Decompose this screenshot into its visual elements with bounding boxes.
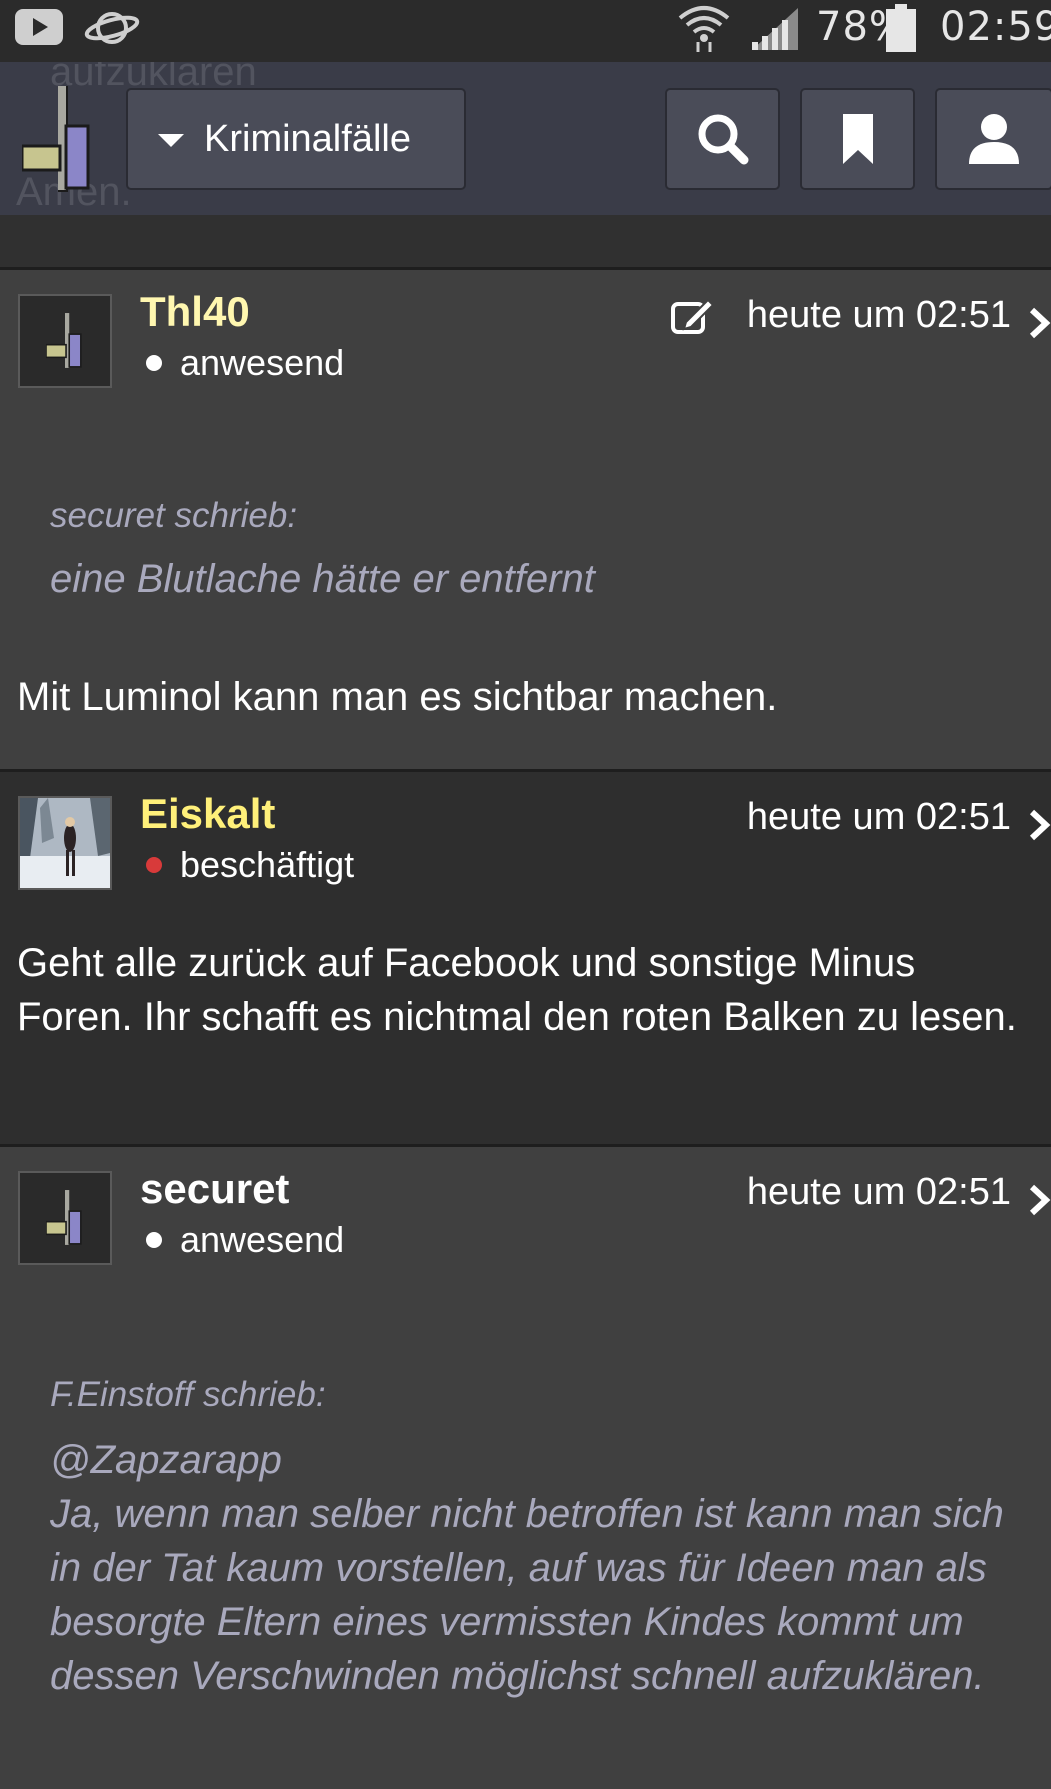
post-body: Mit Luminol kann man es sichtbar machen.: [17, 675, 778, 719]
avatar-photo: [20, 798, 110, 888]
user-status: anwesend: [146, 1219, 344, 1261]
quote-author[interactable]: F.Einstoff schrieb:: [50, 1375, 326, 1415]
planet-icon: [84, 12, 140, 44]
clock-time: 02:59: [940, 4, 1051, 50]
user-status: anwesend: [146, 342, 344, 384]
bookmark-button[interactable]: [800, 88, 915, 190]
chevron-right-icon[interactable]: [1028, 306, 1051, 340]
search-icon: [698, 114, 748, 165]
edit-icon[interactable]: [670, 298, 714, 336]
forum-post: securet anwesend heute um 02:51 F.Einsto…: [0, 1147, 1051, 1789]
post-timestamp[interactable]: heute um 02:51: [747, 294, 1011, 337]
youtube-icon: [15, 9, 63, 45]
quote-text: @Zapzarapp Ja, wenn man selber nicht bet…: [50, 1438, 1004, 1698]
avatar[interactable]: [18, 1171, 112, 1265]
category-dropdown-button[interactable]: Kriminalfälle: [126, 88, 466, 190]
chevron-right-icon[interactable]: [1028, 808, 1051, 842]
user-status-label: anwesend: [180, 1219, 345, 1260]
chevron-right-icon[interactable]: [1028, 1183, 1051, 1217]
post-timestamp[interactable]: heute um 02:51: [747, 1171, 1011, 1214]
user-status: beschäftigt: [146, 844, 354, 886]
sub-toolbar: [0, 215, 1051, 270]
caret-down-icon: [158, 133, 184, 147]
default-avatar-logo-icon: [46, 313, 82, 368]
signal-icon: [752, 8, 798, 50]
forum-post: Eiskalt beschäftigt heute um 02:51 Geht …: [0, 772, 1051, 1147]
quote-author[interactable]: securet schrieb:: [50, 496, 297, 536]
avatar[interactable]: [18, 294, 112, 388]
forum-post: Thl40 anwesend heute um 02:51 securet sc…: [0, 270, 1051, 772]
default-avatar-logo-icon: [46, 1190, 82, 1245]
avatar[interactable]: [18, 796, 112, 890]
post-timestamp[interactable]: heute um 02:51: [747, 796, 1011, 839]
status-dot-icon: [146, 355, 162, 371]
user-icon: [969, 114, 1019, 164]
user-status-label: beschäftigt: [180, 844, 355, 885]
post-username[interactable]: Thl40: [140, 288, 250, 336]
quote-text: eine Blutlache hätte er entfernt: [50, 557, 595, 601]
status-bar: 78% 02:59: [0, 0, 1051, 62]
user-status-label: anwesend: [180, 342, 345, 383]
top-navigation: aufzuklären Amen. Kriminalfälle: [0, 62, 1051, 215]
search-button[interactable]: [665, 88, 780, 190]
post-body: Geht alle zurück auf Facebook und sonsti…: [17, 941, 1017, 1039]
post-username[interactable]: securet: [140, 1165, 289, 1213]
battery-icon: [886, 4, 916, 52]
bookmark-icon: [842, 114, 873, 164]
category-label: Kriminalfälle: [204, 117, 411, 160]
status-dot-icon: [146, 1232, 162, 1248]
post-username[interactable]: Eiskalt: [140, 790, 275, 838]
status-dot-icon: [146, 857, 162, 873]
user-account-button[interactable]: [935, 88, 1051, 190]
site-logo[interactable]: [22, 86, 94, 192]
wifi-icon: [678, 6, 730, 52]
